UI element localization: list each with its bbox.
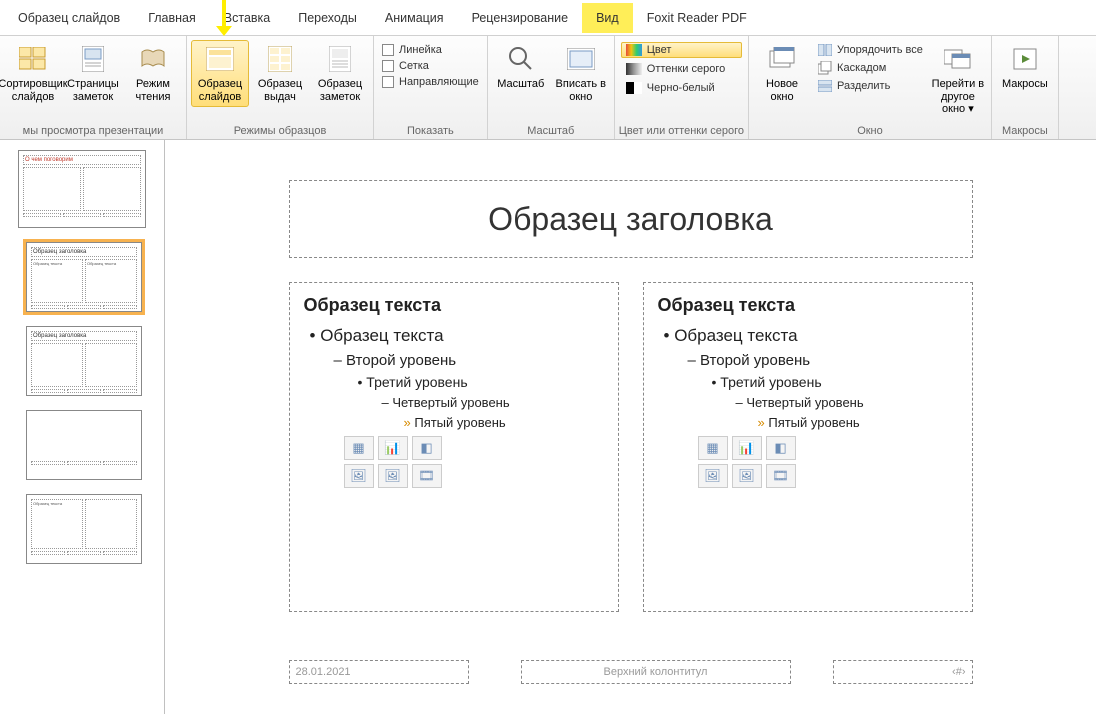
media-icon[interactable]: 🎞: [412, 464, 442, 488]
body-heading: Образец текста: [658, 295, 958, 316]
group-color: Цвет Оттенки серого Черно-белый Цвет или…: [615, 36, 749, 139]
content-placeholder-right[interactable]: Образец текста Образец текста Второй уро…: [643, 282, 973, 612]
thumbnail-panel: О чем поговорим Образец заголовка Образе…: [0, 140, 165, 714]
arrange-all-button[interactable]: Упорядочить все: [815, 42, 925, 58]
title-placeholder[interactable]: Образец заголовка: [289, 180, 973, 258]
master-thumbnail[interactable]: О чем поговорим: [18, 150, 146, 228]
split-button[interactable]: Разделить: [815, 78, 925, 94]
level-3: Третий уровень: [712, 374, 958, 390]
tab-review[interactable]: Рецензирование: [458, 3, 583, 33]
bw-mode-button[interactable]: Черно-белый: [621, 80, 742, 96]
level-2: Второй уровень: [688, 352, 958, 369]
notes-master-button[interactable]: Образец заметок: [311, 40, 369, 107]
ruler-checkbox[interactable]: Линейка: [382, 44, 479, 56]
chart-icon[interactable]: 📊: [378, 436, 408, 460]
layout-thumbnail-2[interactable]: Образец заголовка: [26, 326, 142, 396]
table-icon[interactable]: ▦: [344, 436, 374, 460]
layout-thumbnail-3[interactable]: [26, 410, 142, 480]
content-placeholder-left[interactable]: Образец текста Образец текста Второй уро…: [289, 282, 619, 612]
group-master-views: Образец слайдов Образец выдач Образец за…: [187, 36, 374, 139]
content-type-icons: ▦ 📊 ◧ 🖼 🖼 🎞: [344, 436, 604, 488]
tab-transitions[interactable]: Переходы: [284, 3, 371, 33]
group-label-macros: Макросы: [996, 123, 1054, 139]
highlight-arrow: [222, 0, 226, 26]
slide-number-placeholder[interactable]: ‹#›: [833, 660, 973, 684]
new-window-button[interactable]: Новое окно: [753, 40, 811, 107]
group-label-color: Цвет или оттенки серого: [619, 123, 744, 139]
chart-icon[interactable]: 📊: [732, 436, 762, 460]
magnifier-icon: [505, 43, 537, 75]
date-placeholder[interactable]: 28.01.2021: [289, 660, 469, 684]
macros-button[interactable]: Макросы: [996, 40, 1054, 107]
main-area: О чем поговорим Образец заголовка Образе…: [0, 140, 1096, 714]
slide-sorter-button[interactable]: Сортировщик слайдов: [4, 40, 62, 107]
media-icon[interactable]: 🎞: [766, 464, 796, 488]
group-zoom: Масштаб Вписать в окно Масштаб: [488, 36, 615, 139]
level-1: Образец текста: [310, 326, 604, 346]
grid-checkbox[interactable]: Сетка: [382, 60, 479, 72]
slide-master[interactable]: Образец заголовка Образец текста Образец…: [281, 160, 981, 690]
reading-view-button[interactable]: Режим чтения: [124, 40, 182, 107]
table-icon[interactable]: ▦: [698, 436, 728, 460]
group-label-zoom: Масштаб: [492, 123, 610, 139]
clipart-icon[interactable]: 🖼: [732, 464, 762, 488]
footer-placeholder[interactable]: Верхний колонтитул: [521, 660, 791, 684]
slide-master-button[interactable]: Образец слайдов: [191, 40, 249, 107]
group-label-show: Показать: [378, 123, 483, 139]
ribbon: Сортировщик слайдов Страницы заметок Реж…: [0, 36, 1096, 140]
body-heading: Образец текста: [304, 295, 604, 316]
group-label-views: мы просмотра презентации: [4, 123, 182, 139]
chevron-down-icon: ▾: [968, 103, 974, 115]
group-show: Линейка Сетка Направляющие Показать: [374, 36, 488, 139]
level-3: Третий уровень: [358, 374, 604, 390]
level-2: Второй уровень: [334, 352, 604, 369]
level-5: Пятый уровень: [758, 415, 958, 430]
smartart-icon[interactable]: ◧: [766, 436, 796, 460]
picture-icon[interactable]: 🖼: [344, 464, 374, 488]
level-1: Образец текста: [664, 326, 958, 346]
layout-thumbnail-4[interactable]: Образец текста: [26, 494, 142, 564]
cascade-button[interactable]: Каскадом: [815, 60, 925, 76]
tab-home[interactable]: Главная: [134, 3, 210, 33]
slide-editor: Образец заголовка Образец текста Образец…: [165, 140, 1096, 714]
clipart-icon[interactable]: 🖼: [378, 464, 408, 488]
ribbon-tabs: Образец слайдов Главная Вставка Переходы…: [0, 0, 1096, 36]
content-type-icons: ▦ 📊 ◧ 🖼 🖼 🎞: [698, 436, 958, 488]
picture-icon[interactable]: 🖼: [698, 464, 728, 488]
smartart-icon[interactable]: ◧: [412, 436, 442, 460]
tab-slide-master[interactable]: Образец слайдов: [4, 3, 134, 33]
level-4: Четвертый уровень: [382, 395, 604, 410]
level-5: Пятый уровень: [404, 415, 604, 430]
tab-view[interactable]: Вид: [582, 3, 633, 33]
group-label-window: Окно: [753, 123, 987, 139]
tab-foxit[interactable]: Foxit Reader PDF: [633, 3, 761, 33]
guides-checkbox[interactable]: Направляющие: [382, 76, 479, 88]
group-label-masters: Режимы образцов: [191, 123, 369, 139]
level-4: Четвертый уровень: [736, 395, 958, 410]
tab-animation[interactable]: Анимация: [371, 3, 458, 33]
grayscale-mode-button[interactable]: Оттенки серого: [621, 61, 742, 77]
group-window: Новое окно Упорядочить все Каскадом Разд…: [749, 36, 992, 139]
notes-page-button[interactable]: Страницы заметок: [64, 40, 122, 107]
color-mode-button[interactable]: Цвет: [621, 42, 742, 58]
switch-window-button[interactable]: Перейти в другое окно ▾: [929, 40, 987, 119]
fit-window-button[interactable]: Вписать в окно: [552, 40, 610, 107]
handout-master-button[interactable]: Образец выдач: [251, 40, 309, 107]
layout-thumbnail-1[interactable]: Образец заголовка Образец текстаОбразец …: [26, 242, 142, 312]
zoom-button[interactable]: Масштаб: [492, 40, 550, 107]
group-macros: Макросы Макросы: [992, 36, 1059, 139]
group-presentation-views: Сортировщик слайдов Страницы заметок Реж…: [0, 36, 187, 139]
